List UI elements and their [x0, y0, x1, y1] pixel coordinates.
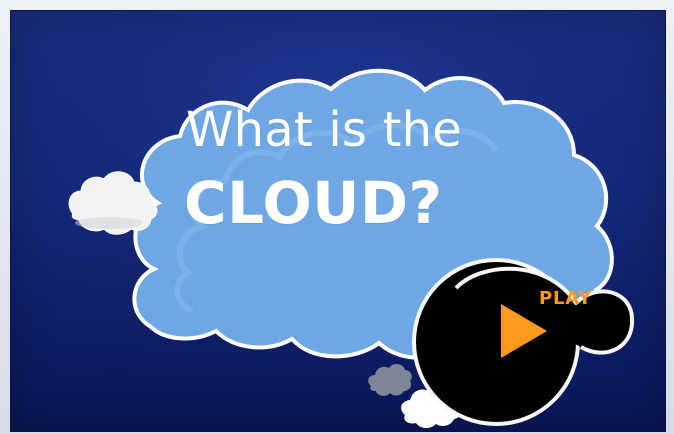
play-icon [501, 304, 547, 358]
play-button[interactable]: PLAY [411, 254, 591, 431]
video-thumbnail-frame: What is the CLOUD? PLAY [0, 0, 674, 434]
title-line-1: What is the [186, 102, 462, 158]
title-line-2: CLOUD? [184, 169, 443, 237]
video-preview-panel: What is the CLOUD? PLAY [10, 10, 666, 432]
